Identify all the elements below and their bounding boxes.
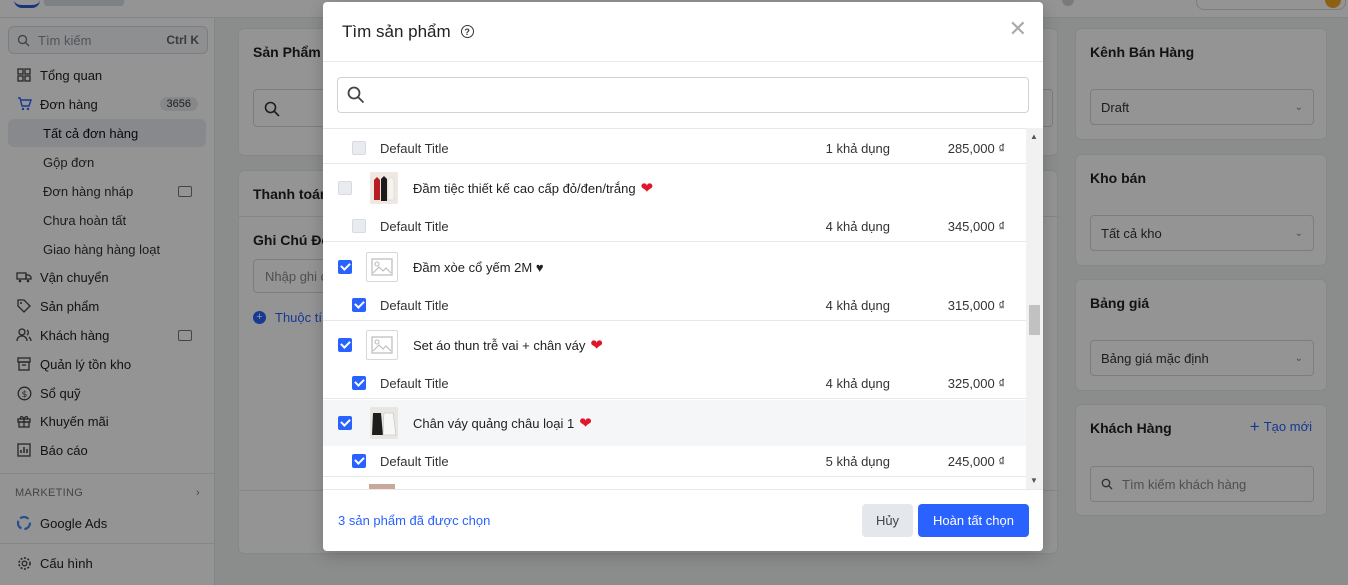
checkbox-checked[interactable]	[338, 260, 352, 274]
heart-icon: ❤	[590, 337, 603, 354]
variant-name: Default Title	[380, 218, 449, 234]
product-search-modal: Tìm sản phẩm ? ✕ Default Title 1 khả dụn…	[323, 2, 1043, 551]
scroll-up-icon[interactable]: ▲	[1030, 132, 1038, 141]
product-name: Chân váy quảng châu loại 1	[413, 415, 575, 431]
product-name: Đầm tiệc thiết kế cao cấp đỏ/đen/trắng	[413, 180, 636, 196]
heart-icon: ❤	[640, 180, 654, 197]
confirm-selection-button[interactable]: Hoàn tất chọn	[918, 504, 1029, 537]
variant-name: Default Title	[380, 453, 449, 469]
image-placeholder-icon	[366, 330, 398, 360]
cancel-button[interactable]: Hủy	[862, 504, 913, 537]
product-list: Default Title 1 khả dụng 285,000 ₫ Đầm t…	[323, 128, 1026, 489]
product-name: Đầm xòe cổ yếm 2M ♥	[413, 259, 544, 275]
variant-price: 325,000 ₫	[947, 375, 1005, 391]
modal-footer: 3 sản phẩm đã được chọn Hủy Hoàn tất chọ…	[323, 489, 1043, 551]
product-image	[370, 407, 398, 439]
variant-availability: 1 khả dụng	[825, 140, 890, 156]
checkbox[interactable]	[338, 181, 352, 195]
product-name: Set áo thun trễ vai + chân váy	[413, 337, 586, 353]
image-placeholder-icon	[366, 252, 398, 282]
variant-row[interactable]: Default Title 4 khả dụng 315,000 ₫	[323, 290, 1026, 321]
variant-row[interactable]: Default Title 4 khả dụng 325,000 ₫	[323, 368, 1026, 399]
variant-price: 245,000 ₫	[947, 453, 1005, 469]
product-row[interactable]: Đầm xòe cổ yếm 2M ♥	[323, 244, 1026, 290]
variant-availability: 5 khả dụng	[825, 453, 890, 469]
variant-name: Default Title	[380, 140, 449, 156]
variant-price: 345,000 ₫	[947, 218, 1005, 234]
variant-row[interactable]: Default Title 4 khả dụng 345,000 ₫	[323, 211, 1026, 242]
product-row[interactable]: Đầm tiệc thiết kế cao cấp đỏ/đen/trắng ❤	[323, 165, 1026, 211]
close-icon[interactable]: ✕	[1009, 18, 1027, 40]
checkbox-checked[interactable]	[352, 298, 366, 312]
selected-count-link[interactable]: 3 sản phẩm đã được chọn	[338, 513, 490, 528]
variant-row[interactable]: Default Title 5 khả dụng 245,000 ₫	[323, 446, 1026, 477]
variant-availability: 4 khả dụng	[825, 297, 890, 313]
search-icon	[347, 86, 365, 104]
variant-name: Default Title	[380, 297, 449, 313]
variant-availability: 4 khả dụng	[825, 218, 890, 234]
checkbox-checked[interactable]	[352, 454, 366, 468]
variant-price: 315,000 ₫	[947, 297, 1005, 313]
heart-icon: ❤	[579, 415, 592, 432]
checkbox[interactable]	[352, 219, 366, 233]
scroll-down-icon[interactable]: ▼	[1030, 476, 1038, 485]
variant-price: 285,000 ₫	[947, 140, 1005, 156]
scrollbar-thumb[interactable]	[1029, 305, 1040, 335]
help-icon[interactable]: ?	[460, 25, 474, 38]
checkbox[interactable]	[352, 141, 366, 155]
product-image	[370, 172, 398, 204]
checkbox-checked[interactable]	[338, 338, 352, 352]
modal-header: Tìm sản phẩm ? ✕	[323, 2, 1043, 62]
modal-search-input[interactable]	[337, 77, 1029, 113]
checkbox-checked[interactable]	[338, 416, 352, 430]
scrollbar[interactable]: ▲ ▼	[1026, 128, 1043, 489]
product-row[interactable]: Chân váy quảng châu loại 1 ❤	[323, 400, 1026, 446]
variant-availability: 4 khả dụng	[825, 375, 890, 391]
variant-row[interactable]: Default Title 1 khả dụng 285,000 ₫	[323, 133, 1026, 164]
product-row[interactable]: Set áo thun trễ vai + chân váy ❤	[323, 322, 1026, 368]
variant-name: Default Title	[380, 375, 449, 391]
modal-title: Tìm sản phẩm	[342, 21, 451, 41]
checkbox-checked[interactable]	[352, 376, 366, 390]
